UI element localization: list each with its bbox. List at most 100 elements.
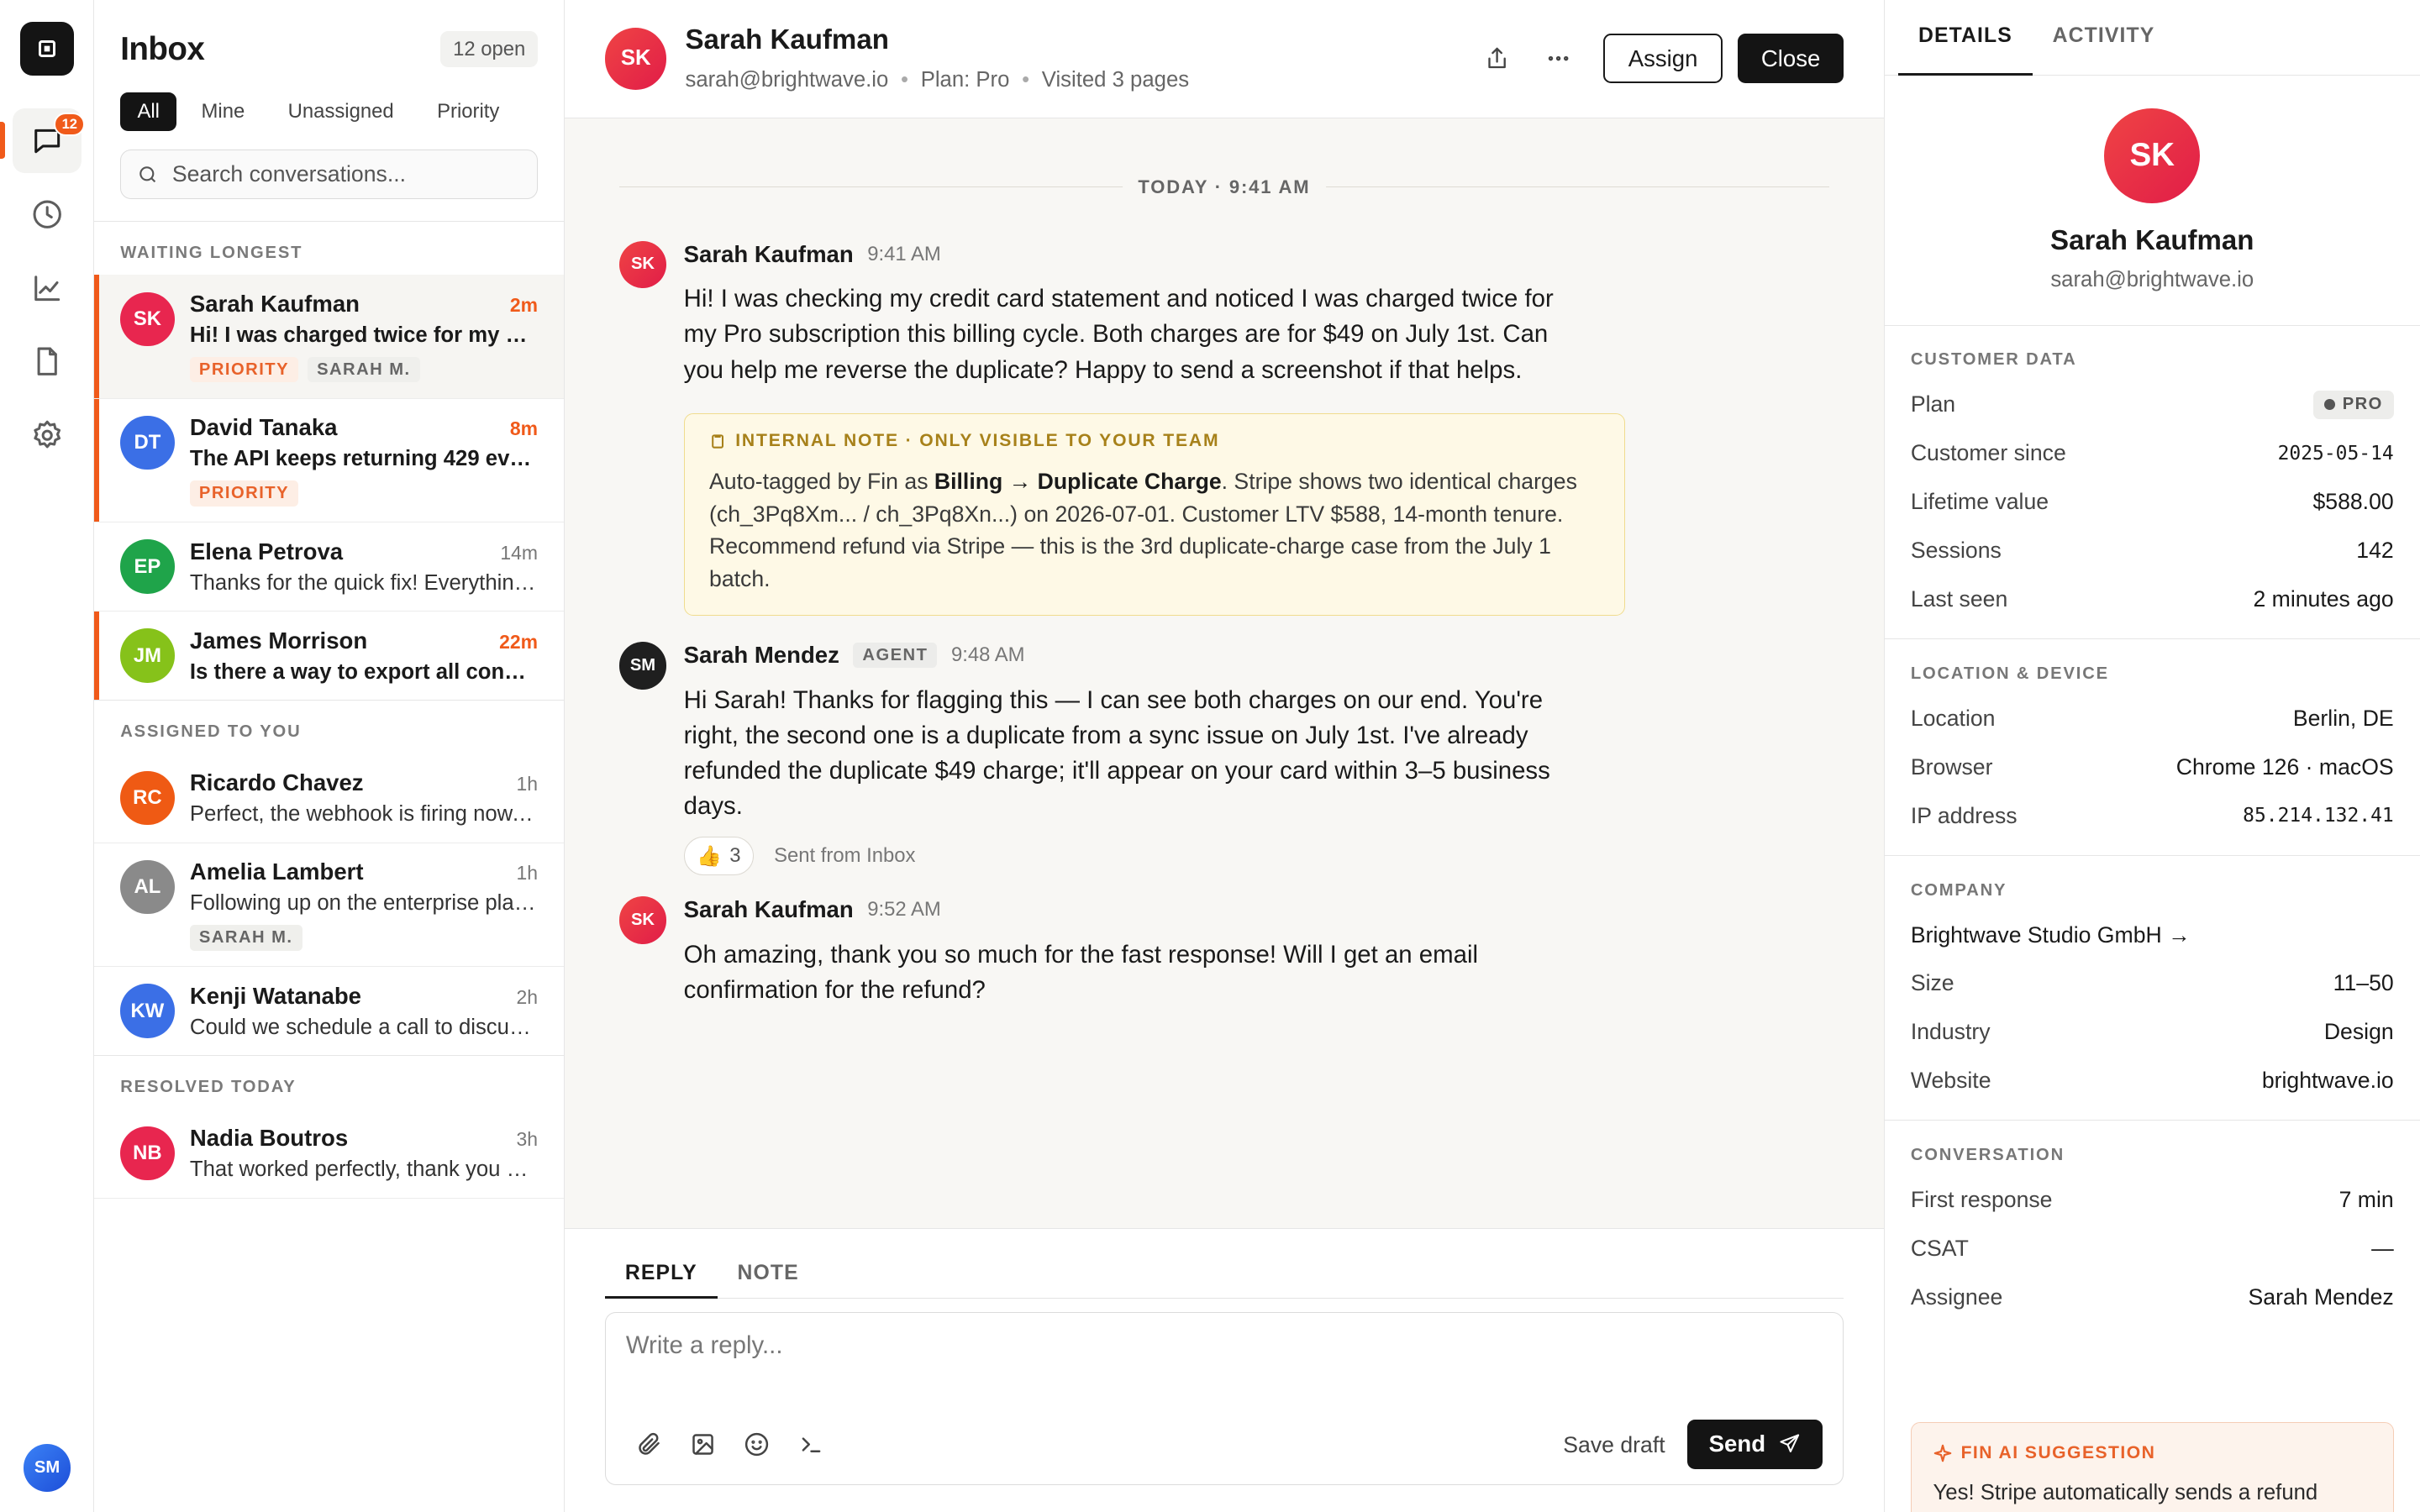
filter-priority[interactable]: Priority bbox=[418, 92, 518, 131]
details-panel: Details Activity SK Sarah Kaufman sarah@… bbox=[1884, 0, 2420, 1512]
rail-articles-button[interactable] bbox=[13, 328, 82, 393]
contact-name: Sarah Kaufman bbox=[685, 24, 889, 56]
open-count-badge: 12 open bbox=[440, 31, 538, 68]
conversation-time: 8m bbox=[509, 417, 538, 440]
conversation-header: SK Sarah Kaufman sarah@brightwave.io • P… bbox=[565, 0, 1884, 119]
first-response-value: 7 min bbox=[2338, 1187, 2394, 1213]
reply-box: Save draft Send bbox=[604, 1312, 1844, 1485]
conversation-avatar: AL bbox=[120, 859, 175, 915]
image-button[interactable] bbox=[687, 1429, 718, 1460]
tab-note[interactable]: Note bbox=[718, 1257, 819, 1299]
search-box[interactable] bbox=[120, 150, 538, 200]
conversation-item[interactable]: NB Nadia Boutros 3h That worked perfectly, … bbox=[94, 1110, 565, 1199]
sparkle-icon bbox=[1933, 1445, 1951, 1462]
message: SM Sarah Mendez Agent 9:48 AM Hi Sarah! … bbox=[618, 642, 1607, 876]
search-icon bbox=[139, 166, 155, 183]
location-value: Berlin, DE bbox=[2292, 705, 2394, 731]
contact-email: sarah@brightwave.io bbox=[685, 67, 889, 92]
more-button[interactable] bbox=[1535, 35, 1581, 81]
customer-data-section: Customer data Plan PRO Customer since 2025… bbox=[1884, 326, 2420, 640]
website-link[interactable]: brightwave.io bbox=[2262, 1068, 2394, 1094]
message-time: 9:41 AM bbox=[867, 242, 941, 265]
conversation-name: Sarah Kaufman bbox=[189, 290, 360, 317]
lifetime-value: $588.00 bbox=[2312, 488, 2394, 514]
filter-mine[interactable]: Mine bbox=[183, 92, 264, 131]
priority-tag: Priority bbox=[189, 357, 299, 383]
contact-meta: sarah@brightwave.io • Plan: Pro • Visite… bbox=[685, 67, 1190, 92]
filter-unassigned[interactable]: Unassigned bbox=[270, 92, 413, 131]
fin-label: Fin AI suggestion bbox=[1960, 1443, 2156, 1463]
send-button[interactable]: Send bbox=[1686, 1419, 1823, 1469]
message-body: Hi Sarah! Thanks for flagging this — I c… bbox=[683, 685, 1550, 821]
conversation-item[interactable]: JM James Morrison 22m Is there a way to exp… bbox=[94, 612, 564, 701]
tab-reply[interactable]: Reply bbox=[604, 1257, 718, 1299]
customer-name: Sarah Kaufman bbox=[2050, 225, 2254, 257]
nav-rail: 12 SM bbox=[0, 0, 95, 1512]
conversation-time: 3h bbox=[516, 1127, 538, 1150]
location-section: Location & device Location Berlin, DE Bro… bbox=[1884, 639, 2420, 857]
share-icon bbox=[1488, 47, 1506, 69]
company-size-value: 11–50 bbox=[2333, 970, 2394, 995]
message: SK Sarah Kaufman 9:41 AM Hi! I was check… bbox=[618, 240, 1607, 388]
conversation-item[interactable]: AL Amelia Lambert 1h Following up on the en… bbox=[94, 843, 565, 968]
customer-email[interactable]: sarah@brightwave.io bbox=[1885, 268, 2420, 292]
company-link[interactable]: Brightwave Studio GmbH → bbox=[1911, 911, 2394, 959]
filter-all[interactable]: All bbox=[120, 92, 177, 132]
close-conversation-button[interactable]: Close bbox=[1738, 34, 1844, 84]
image-icon bbox=[692, 1433, 713, 1455]
contact-avatar: SK bbox=[604, 28, 667, 90]
chart-icon bbox=[34, 276, 60, 302]
note-tag: Billing → Duplicate Charge bbox=[934, 468, 1222, 494]
section-label: Waiting longest bbox=[120, 243, 303, 262]
conversation-view: SK Sarah Kaufman sarah@brightwave.io • P… bbox=[565, 0, 1885, 1512]
attach-button[interactable] bbox=[634, 1429, 665, 1460]
conversation-time: 1h bbox=[516, 862, 538, 885]
more-dots-icon bbox=[1549, 56, 1569, 61]
internal-note: Internal note · Only visible to your tea… bbox=[683, 413, 1626, 617]
assign-button[interactable]: Assign bbox=[1603, 34, 1723, 84]
conversation-name: Nadia Boutros bbox=[189, 1124, 349, 1151]
conversation-avatar: DT bbox=[120, 415, 175, 470]
rail-inbox-button[interactable]: 12 bbox=[0, 108, 86, 173]
reaction-button[interactable]: 👍 3 bbox=[683, 837, 755, 876]
terminal-icon bbox=[802, 1437, 821, 1452]
gear-icon bbox=[34, 420, 60, 449]
app-logo[interactable] bbox=[19, 21, 75, 76]
emoji-button[interactable] bbox=[742, 1429, 773, 1460]
conversation-preview: Hi! I was charged twice for my subscript… bbox=[189, 323, 538, 348]
app-window: 12 SM Inbox 12 open All Mine Unassigned bbox=[0, 0, 2420, 1512]
search-input[interactable] bbox=[171, 161, 512, 188]
macro-button[interactable] bbox=[796, 1429, 827, 1460]
share-button[interactable] bbox=[1474, 35, 1520, 81]
agent-badge: Agent bbox=[853, 642, 938, 669]
contact-plan: Plan: Pro bbox=[920, 67, 1010, 92]
assignee-tag: Sarah M. bbox=[189, 925, 302, 951]
rail-settings-button[interactable] bbox=[13, 402, 82, 467]
message: SK Sarah Kaufman 9:52 AM Oh amazing, tha… bbox=[618, 896, 1607, 1008]
reply-input[interactable] bbox=[625, 1331, 1768, 1394]
current-user-avatar[interactable]: SM bbox=[23, 1444, 71, 1493]
assignee-value[interactable]: Sarah Mendez bbox=[2249, 1284, 2394, 1310]
rail-reports-button[interactable] bbox=[13, 256, 82, 321]
fin-suggestion-card[interactable]: Fin AI suggestion Yes! Stripe automatica… bbox=[1910, 1422, 2394, 1512]
tab-details[interactable]: Details bbox=[1898, 0, 2033, 76]
conversation-item[interactable]: RC Ricardo Chavez 1h Perfect, the webhook i… bbox=[94, 754, 565, 843]
conversation-item[interactable]: EP Elena Petrova 14m Thanks for the quick f… bbox=[94, 522, 565, 612]
conversation-time: 22m bbox=[499, 630, 538, 653]
assignee-tag: Sarah M. bbox=[308, 357, 420, 383]
message-avatar: SK bbox=[618, 896, 667, 945]
conversation-item[interactable]: DT David Tanaka 8m The API keeps returning … bbox=[94, 398, 565, 523]
priority-tag: Priority bbox=[189, 480, 299, 507]
conversation-name: Amelia Lambert bbox=[189, 858, 364, 885]
conversation-item[interactable]: SK Sarah Kaufman 2m Hi! I was charged twice… bbox=[94, 275, 565, 399]
company-section: Company Brightwave Studio GmbH → Size 11–… bbox=[1884, 856, 2420, 1121]
tab-activity[interactable]: Activity bbox=[2033, 0, 2175, 76]
save-draft-button[interactable]: Save draft bbox=[1563, 1432, 1665, 1458]
day-separator: Today · 9:41 AM bbox=[618, 176, 1830, 199]
rail-history-button[interactable] bbox=[13, 182, 82, 247]
conversation-name: David Tanaka bbox=[189, 414, 338, 441]
message-author: Sarah Kaufman bbox=[683, 240, 854, 267]
conversation-item[interactable]: KW Kenji Watanabe 2h Could we schedule a ca… bbox=[94, 967, 564, 1055]
conversation-preview: Perfect, the webhook is firing now. Than… bbox=[189, 802, 538, 827]
reply-composer: Reply Note Save draft Send bbox=[565, 1228, 1884, 1512]
